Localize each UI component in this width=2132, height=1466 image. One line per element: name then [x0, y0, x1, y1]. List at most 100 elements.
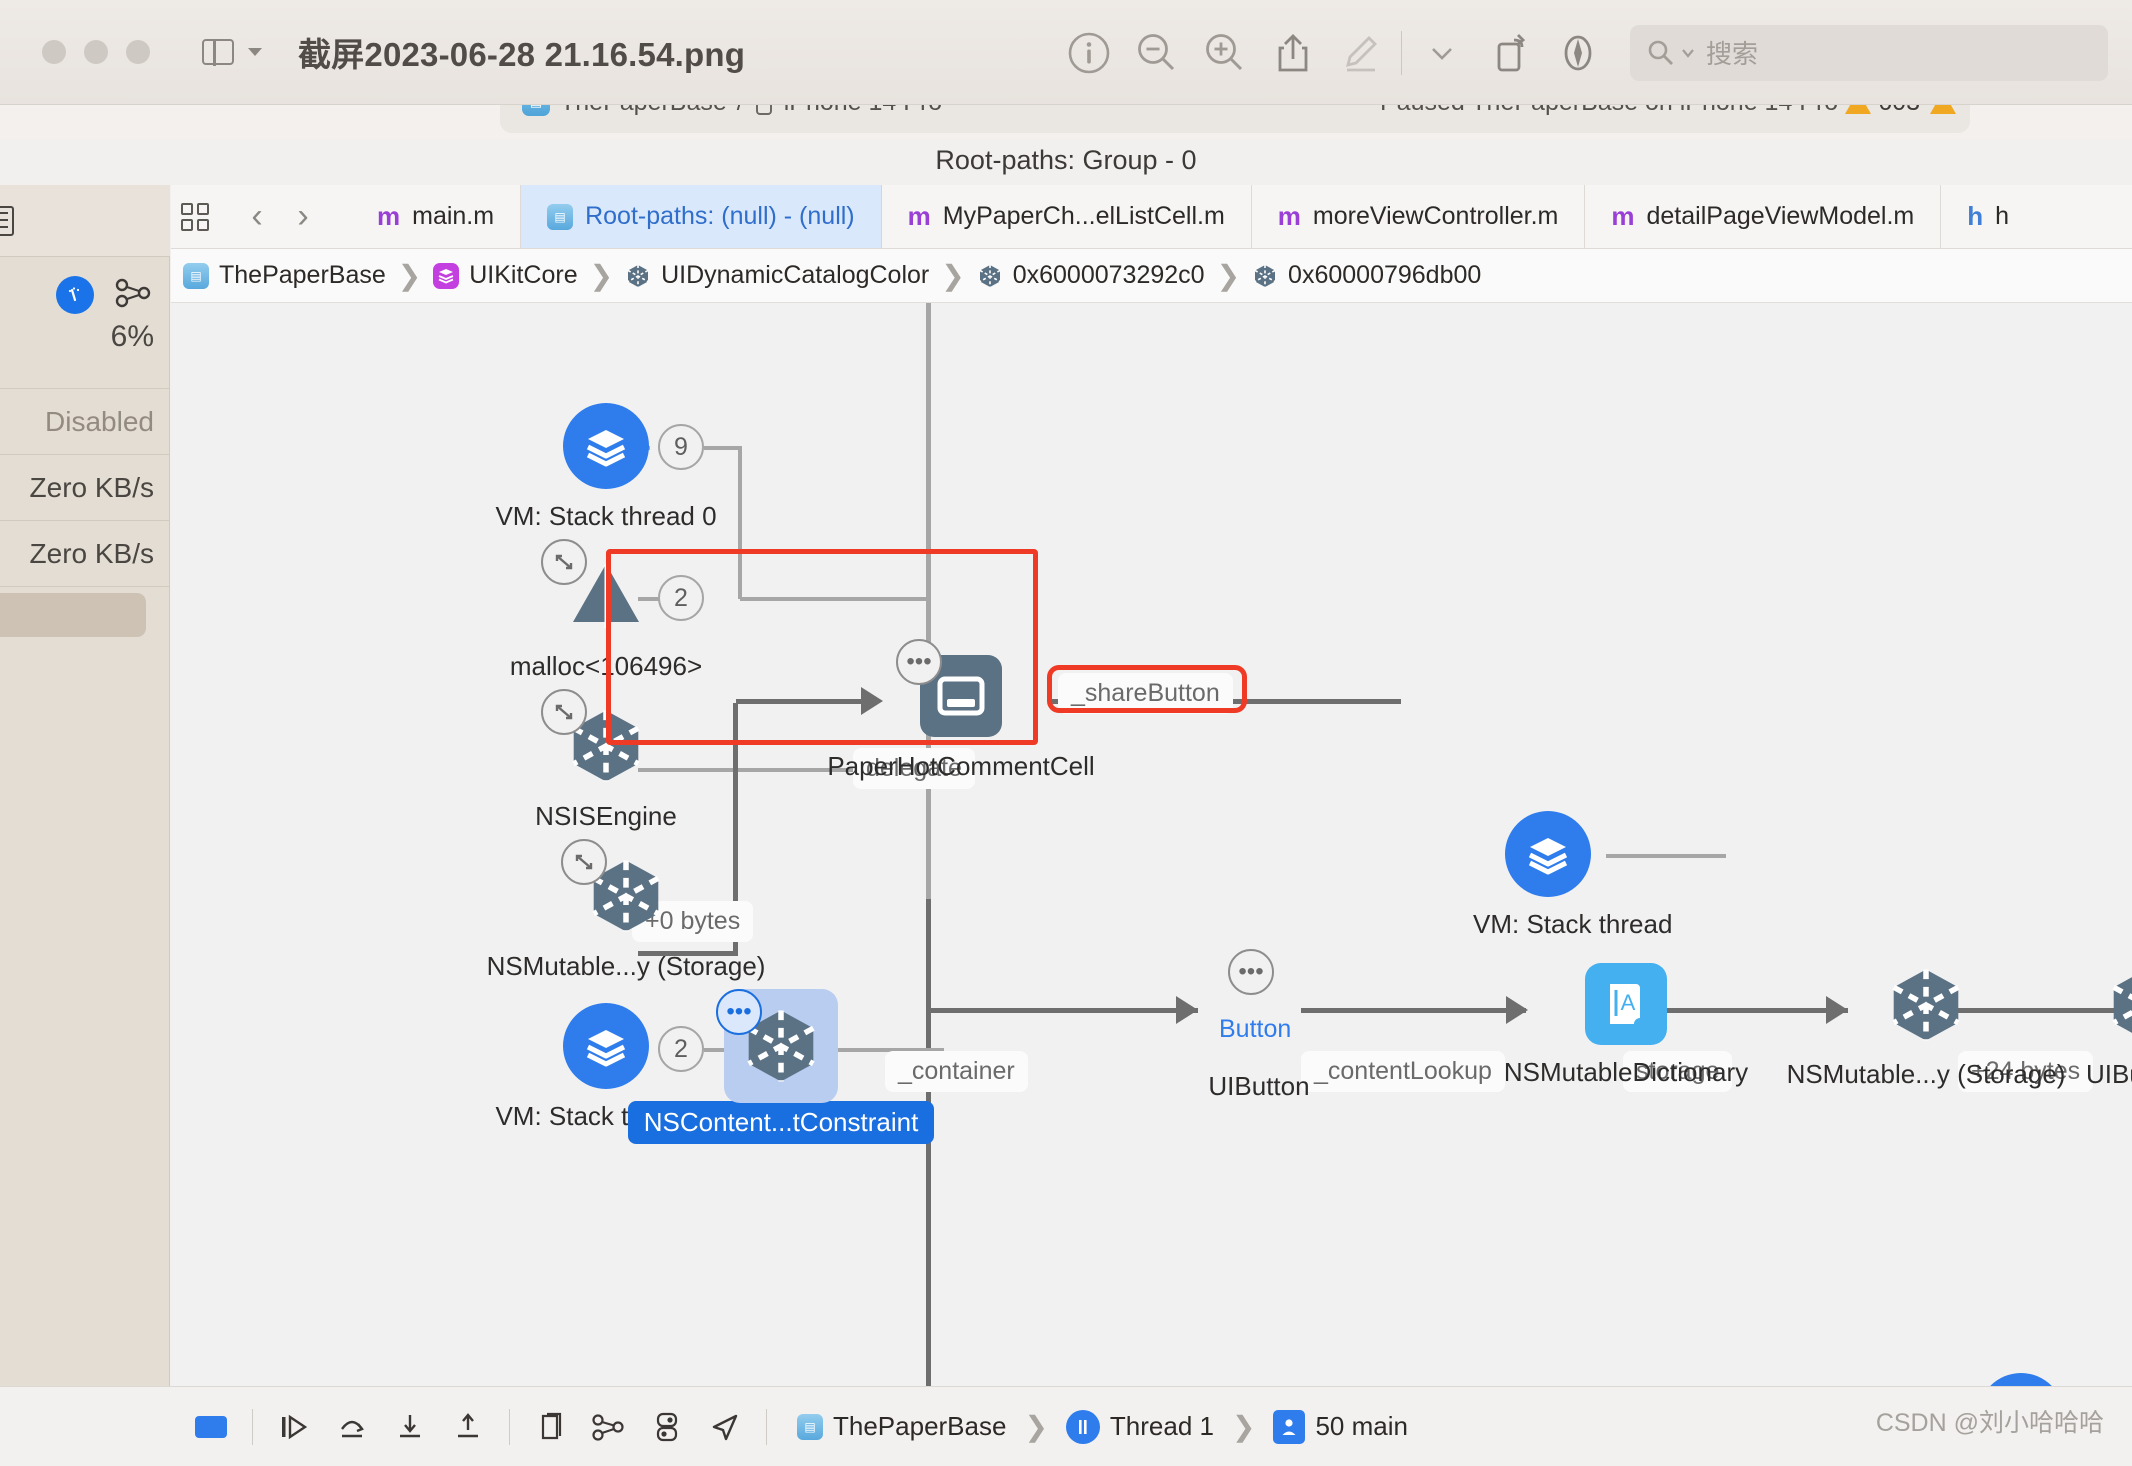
tab-label: h	[1995, 202, 2010, 230]
dots-badge-icon[interactable]: •••	[716, 989, 762, 1035]
layers-icon	[1505, 811, 1591, 897]
graph-edge-to-uibutton	[928, 1008, 1198, 1013]
cpu-percent: 6%	[110, 320, 154, 353]
graph-node-nsmutable-storage-right[interactable]: NSMutable...y (Storage)	[1787, 963, 2065, 1090]
forward-button[interactable]: ›	[280, 197, 326, 236]
memory-graph-canvas[interactable]: 9 2 2 delegate +0 bytes _shareButton _co…	[171, 303, 2132, 1409]
memgraph-icon: ▤	[183, 262, 209, 289]
cube-icon-wrap	[561, 839, 669, 939]
graph-node-nscontentsizelayoutconstraint[interactable]: ••• NSContent...tConstraint	[627, 989, 935, 1144]
minimize-button[interactable]	[84, 40, 108, 64]
graph-node-nsmutabledictionary[interactable]: A NSMutableDictionary	[1504, 963, 1748, 1088]
m-file-icon: m	[377, 201, 401, 231]
warning-badge-secondary[interactable]	[1930, 105, 1956, 114]
graph-edge-vm-down	[738, 446, 742, 599]
zoom-button[interactable]	[126, 40, 150, 64]
tabbar-controls: ‹ ›	[171, 185, 351, 248]
scheme-selector[interactable]: ▤ ThePaperBase / iPhone 14 Pro	[522, 105, 942, 117]
graph-node-vm-stack-thread-0[interactable]: VM: Stack thread 0	[495, 403, 717, 532]
zoom-in-icon[interactable]	[1191, 19, 1259, 87]
scheme-activity-pill[interactable]: ▤ ThePaperBase / iPhone 14 Pro Paused Th…	[500, 105, 1970, 133]
graph-node-malloc[interactable]: malloc<106496>	[510, 539, 702, 682]
expand-badge-icon[interactable]	[561, 839, 607, 885]
chevron-down-icon[interactable]	[248, 48, 262, 56]
navigator-selected-row[interactable]	[0, 593, 146, 637]
back-button[interactable]: ‹	[234, 197, 280, 236]
debug-crumb-process[interactable]: ThePaperBase	[833, 1411, 1006, 1442]
search-chevron-down-icon	[1682, 48, 1694, 58]
report-navigator-icon[interactable]	[0, 205, 14, 236]
frame-icon	[1273, 1409, 1306, 1444]
simulate-location-icon[interactable]	[696, 1399, 754, 1455]
markup-chevron-down-icon[interactable]	[1408, 19, 1476, 87]
graph-node-uibuttoncontent[interactable]: UIButtonConten	[2086, 963, 2132, 1090]
breadcrumb-separator-2: ❯	[589, 260, 614, 291]
breadcrumb-separator: ❯	[397, 260, 422, 291]
breadcrumb-item-uidynamiccatalogcolor[interactable]: UIDynamicCatalogColor	[625, 261, 929, 290]
graph-edge-label-contentlookup: _contentLookup	[1301, 1051, 1505, 1092]
memory-graph-icon[interactable]	[580, 1399, 638, 1455]
breadcrumb-item-thepaperbase[interactable]: ▤ ThePaperBase	[183, 261, 386, 290]
tab-mypaperchannel-listcell[interactable]: m MyPaperCh...elListCell.m	[882, 185, 1252, 248]
navigator-sidebar: 6% Disabled Zero KB/s Zero KB/s	[0, 185, 170, 1466]
node-label: NSMutable...y (Storage)	[1786, 1059, 2066, 1089]
tab-overflow[interactable]: h h	[1941, 185, 2035, 248]
tab-root-paths[interactable]: ▤ Root-paths: (null) - (null)	[521, 185, 882, 248]
breadcrumb-item-address-2[interactable]: 0x60000796db00	[1252, 261, 1481, 290]
step-into-icon[interactable]	[381, 1399, 439, 1455]
cube-icon	[1892, 969, 1960, 1041]
graph-edge-to-cell	[736, 699, 866, 704]
dots-badge-icon[interactable]: •••	[1228, 949, 1274, 995]
node-label: PaperHotCommentCell	[827, 751, 1095, 781]
cube-icon	[977, 263, 1003, 289]
tab-detailpageviewmodel[interactable]: m detailPageViewModel.m	[1585, 185, 1942, 248]
continue-icon[interactable]	[265, 1399, 323, 1455]
markup-icon[interactable]	[1327, 19, 1395, 87]
step-over-icon[interactable]	[323, 1399, 381, 1455]
graph-edge-contentlookup	[1301, 1008, 1526, 1013]
close-button[interactable]	[42, 40, 66, 64]
navigator-header[interactable]	[0, 185, 170, 257]
graph-node-paperhotcommentcell[interactable]: ••• PaperHotCommentCell	[827, 639, 1095, 782]
tab-moreviewcontroller[interactable]: m moreViewController.m	[1252, 185, 1586, 248]
graph-arrow-contentlookup	[1506, 996, 1528, 1024]
node-label: VM: Stack thread 0	[495, 501, 717, 531]
graph-node-vm-stack-thread-right[interactable]: VM: Stack thread	[1473, 811, 1773, 940]
issue-badges[interactable]: 603	[1845, 105, 1956, 117]
debug-crumb-frame[interactable]: 50 main	[1315, 1411, 1408, 1442]
breadcrumb-item-uikitcore[interactable]: UIKitCore	[433, 261, 578, 290]
editor-area: ‹ › m main.m ▤ Root-paths: (null) - (nul…	[171, 185, 2132, 1466]
zoom-out-icon[interactable]	[1123, 19, 1191, 87]
node-label: NSContent...tConstraint	[627, 1101, 935, 1144]
node-label: UIButton	[1208, 1071, 1310, 1101]
sidebar-toggle-group[interactable]	[202, 38, 262, 66]
search-field[interactable]: 搜索	[1630, 24, 2108, 81]
dots-badge-icon[interactable]: •••	[896, 639, 942, 685]
screenshot-content: ▤ ThePaperBase / iPhone 14 Pro Paused Th…	[0, 105, 2132, 1466]
preview-window: 截屏2023-06-28 21.16.54.png 搜索 Root-paths:…	[0, 0, 2132, 1466]
expand-badge-icon[interactable]	[541, 689, 587, 735]
share-icon[interactable]	[1259, 19, 1327, 87]
graph-node-nsmutable-storage[interactable]: NSMutable...y (Storage)	[487, 839, 765, 982]
editor-options-icon[interactable]	[181, 202, 209, 231]
scheme-separator: /	[737, 105, 744, 117]
cpu-gauge[interactable]: 6%	[0, 257, 170, 389]
step-out-icon[interactable]	[439, 1399, 497, 1455]
tab-main-m[interactable]: m main.m	[351, 185, 522, 248]
graph-node-nsisengine[interactable]: NSISEngine	[511, 689, 701, 832]
environment-overrides-icon[interactable]	[638, 1399, 696, 1455]
breadcrumb-item-address-1[interactable]: 0x6000073292c0	[977, 261, 1205, 290]
breadcrumb-label: 0x60000796db00	[1288, 261, 1482, 289]
debug-crumb-thread[interactable]: Thread 1	[1110, 1411, 1214, 1442]
view-hierarchy-icon[interactable]	[522, 1399, 580, 1455]
graph-node-uibutton[interactable]: ••• UIButton	[1189, 949, 1329, 1102]
annotate-icon[interactable]	[1544, 19, 1612, 87]
warning-badge[interactable]: 603	[1845, 105, 1920, 117]
gauge-stat-disabled: Disabled	[0, 389, 170, 455]
rotate-icon[interactable]	[1476, 19, 1544, 87]
info-icon[interactable]	[1055, 19, 1123, 87]
debug-divider-2	[509, 1408, 510, 1445]
sidebar-icon[interactable]	[202, 38, 234, 66]
expand-badge-icon[interactable]	[541, 539, 587, 585]
toggle-debug-area-icon[interactable]	[182, 1399, 240, 1455]
